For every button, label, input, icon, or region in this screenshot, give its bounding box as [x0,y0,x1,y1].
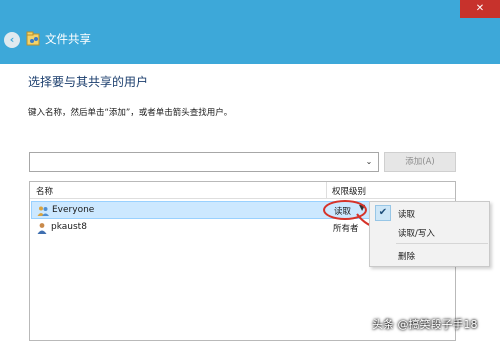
group-icon [37,206,49,216]
window-titlebar: ✕ ‹ 文件共享 [0,0,500,64]
user-icon [37,223,47,234]
list-header: 名称 权限级别 [30,182,455,199]
permission-context-menu: ✔ 读取 读取/写入 删除 [369,201,490,267]
page-title: 选择要与其共享的用户 [28,75,149,89]
menu-divider [396,243,488,244]
close-button[interactable]: ✕ [460,0,500,18]
chevron-down-icon[interactable]: ⌄ [364,155,374,169]
menu-item-remove[interactable]: 删除 [370,246,489,265]
back-button[interactable]: ‹ [4,32,20,48]
check-icon: ✔ [375,205,391,221]
folder-share-icon [26,31,40,46]
menu-item-label: 读取 [398,210,416,220]
column-header-name[interactable]: 名称 [36,185,53,197]
menu-item-label: 读取/写入 [398,229,435,239]
window-title: 文件共享 [45,32,91,46]
column-header-permission[interactable]: 权限级别 [332,185,366,197]
menu-item-read[interactable]: ✔ 读取 [370,204,489,223]
menu-item-read-write[interactable]: 读取/写入 [370,223,489,242]
add-button[interactable]: 添加(A) [384,152,456,172]
user-name: pkaust8 [51,222,87,232]
user-name: Everyone [52,205,95,215]
watermark-text: 头条 @搞笑段子手18 [372,318,478,331]
column-divider [326,182,327,199]
menu-item-label: 删除 [398,252,416,262]
instruction-text: 键入名称，然后单击“添加”，或者单击箭头查找用户。 [28,108,233,118]
user-name-combobox[interactable]: ⌄ [29,152,379,172]
